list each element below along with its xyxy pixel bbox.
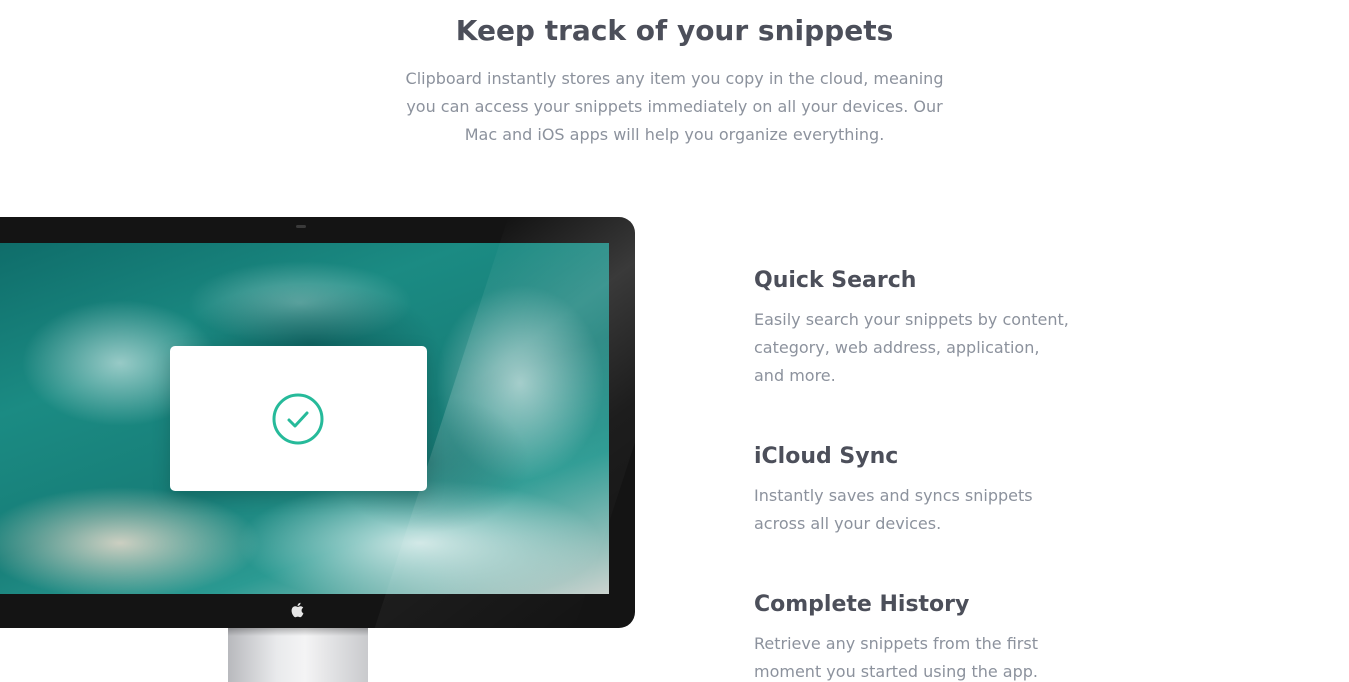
confirmation-card bbox=[170, 346, 427, 491]
monitor-stand bbox=[228, 628, 368, 682]
feature-title: Complete History bbox=[754, 592, 970, 617]
monitor-camera bbox=[296, 225, 306, 228]
section-description: Clipboard instantly stores any item you … bbox=[405, 69, 944, 144]
page: Keep track of your snippets Clipboard in… bbox=[0, 0, 1349, 682]
intro-section: Keep track of your snippets Clipboard in… bbox=[0, 14, 1349, 149]
feature-quick-search: Quick Search Easily search your snippets… bbox=[754, 266, 1074, 390]
section-title: Keep track of your snippets bbox=[455, 14, 894, 47]
feature-complete-history: Complete History Retrieve any snippets f… bbox=[754, 590, 1074, 682]
feature-icloud-sync: iCloud Sync Instantly saves and syncs sn… bbox=[754, 442, 1074, 538]
feature-description: Instantly saves and syncs snippets acros… bbox=[754, 486, 1033, 533]
feature-title: Quick Search bbox=[754, 268, 917, 293]
feature-description: Easily search your snippets by content, … bbox=[754, 310, 1069, 385]
feature-description: Retrieve any snippets from the first mom… bbox=[754, 634, 1038, 681]
check-circle-icon bbox=[272, 393, 324, 445]
feature-title: iCloud Sync bbox=[754, 444, 899, 469]
apple-icon bbox=[291, 602, 304, 618]
